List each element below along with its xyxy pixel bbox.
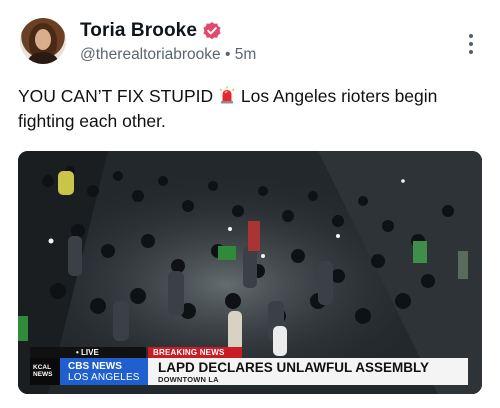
more-vertical-icon[interactable] bbox=[468, 34, 474, 54]
meta-separator: • bbox=[225, 46, 231, 63]
post-time: 5m bbox=[234, 46, 257, 63]
author-display-name[interactable]: Toria Brooke bbox=[80, 20, 197, 42]
post-text-start: YOU CAN’T FIX STUPID bbox=[18, 86, 214, 106]
avatar[interactable] bbox=[20, 18, 66, 64]
video-player[interactable]: • LIVE BREAKING NEWS KCAL NEWS CBS NEWS … bbox=[18, 151, 482, 394]
news-lower-third: • LIVE BREAKING NEWS KCAL NEWS CBS NEWS … bbox=[30, 347, 468, 385]
news-headline: LAPD DECLARES UNLAWFUL ASSEMBLY bbox=[158, 360, 430, 375]
news-location: DOWNTOWN LA bbox=[158, 375, 219, 384]
post-header: Toria Brooke @therealtoriabrooke • 5m bbox=[20, 16, 480, 68]
author-handle[interactable]: @therealtoriabrooke bbox=[80, 46, 221, 63]
breaking-news-label: BREAKING NEWS bbox=[148, 347, 242, 358]
headline-panel: LAPD DECLARES UNLAWFUL ASSEMBLY DOWNTOWN… bbox=[148, 358, 468, 385]
verified-badge-icon bbox=[202, 21, 222, 41]
post-text: YOU CAN’T FIX STUPID Los Angeles rioters… bbox=[18, 84, 482, 134]
station-logo: KCAL NEWS bbox=[30, 358, 60, 385]
author-meta: @therealtoriabrooke • 5m bbox=[80, 46, 256, 64]
author-name-row: Toria Brooke bbox=[80, 20, 222, 42]
live-label: • LIVE bbox=[30, 347, 146, 358]
siren-emoji-icon bbox=[218, 86, 236, 104]
network-logo: CBS NEWS LOS ANGELES bbox=[60, 358, 148, 385]
network-market: LOS ANGELES bbox=[68, 372, 140, 383]
network-name: CBS NEWS bbox=[68, 361, 122, 372]
